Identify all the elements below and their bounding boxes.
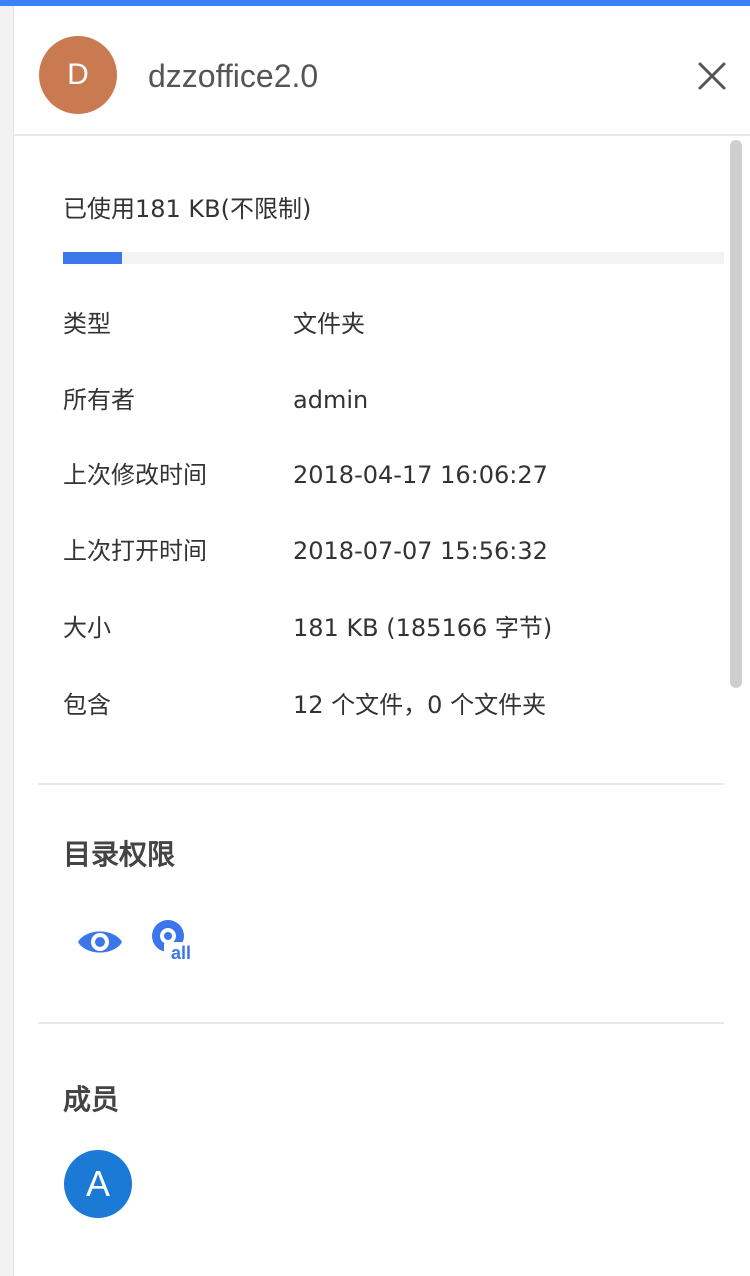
scrollbar-thumb[interactable] bbox=[730, 140, 742, 688]
contains-label: 包含 bbox=[63, 691, 111, 719]
eye-all-badge-text: all bbox=[171, 943, 191, 963]
panel-header: D dzzoffice2.0 bbox=[14, 6, 750, 136]
opened-value: 2018-07-07 15:56:32 bbox=[293, 537, 548, 565]
owner-label: 所有者 bbox=[63, 386, 135, 414]
opened-label: 上次打开时间 bbox=[63, 537, 207, 565]
type-label: 类型 bbox=[63, 310, 111, 338]
info-row-modified: 上次修改时间 2018-04-17 16:06:27 bbox=[63, 455, 723, 495]
eye-icon bbox=[78, 931, 122, 953]
size-label: 大小 bbox=[63, 614, 111, 642]
view-permission-button[interactable] bbox=[76, 922, 124, 966]
folder-avatar: D bbox=[39, 36, 117, 114]
folder-title: dzzoffice2.0 bbox=[148, 58, 319, 94]
left-panel-edge bbox=[0, 6, 14, 1276]
close-icon bbox=[698, 62, 726, 90]
modified-value: 2018-04-17 16:06:27 bbox=[293, 461, 548, 489]
type-value: 文件夹 bbox=[293, 310, 365, 338]
scrollbar[interactable] bbox=[728, 136, 744, 1276]
modified-label: 上次修改时间 bbox=[63, 461, 207, 489]
close-button[interactable] bbox=[694, 58, 730, 94]
size-value: 181 KB (185166 字节) bbox=[293, 614, 553, 642]
eye-all-icon: all bbox=[152, 920, 198, 963]
info-row-type: 类型 文件夹 bbox=[63, 304, 723, 344]
info-row-owner: 所有者 admin bbox=[63, 380, 723, 420]
members-title: 成员 bbox=[63, 1083, 120, 1116]
storage-usage-bar bbox=[63, 252, 724, 264]
section-divider bbox=[38, 1022, 724, 1024]
info-row-size: 大小 181 KB (185166 字节) bbox=[63, 608, 723, 648]
owner-value: admin bbox=[293, 386, 369, 414]
view-all-permission-button[interactable]: all bbox=[150, 918, 200, 968]
section-divider bbox=[38, 783, 724, 785]
storage-usage-text: 已使用181 KB(不限制) bbox=[63, 195, 312, 223]
info-row-opened: 上次打开时间 2018-07-07 15:56:32 bbox=[63, 531, 723, 571]
info-row-contains: 包含 12 个文件，0 个文件夹 bbox=[63, 685, 723, 725]
storage-usage-fill bbox=[63, 252, 123, 264]
member-avatar[interactable]: A bbox=[64, 1150, 132, 1218]
contains-value: 12 个文件，0 个文件夹 bbox=[293, 691, 547, 719]
permissions-title: 目录权限 bbox=[63, 838, 176, 871]
